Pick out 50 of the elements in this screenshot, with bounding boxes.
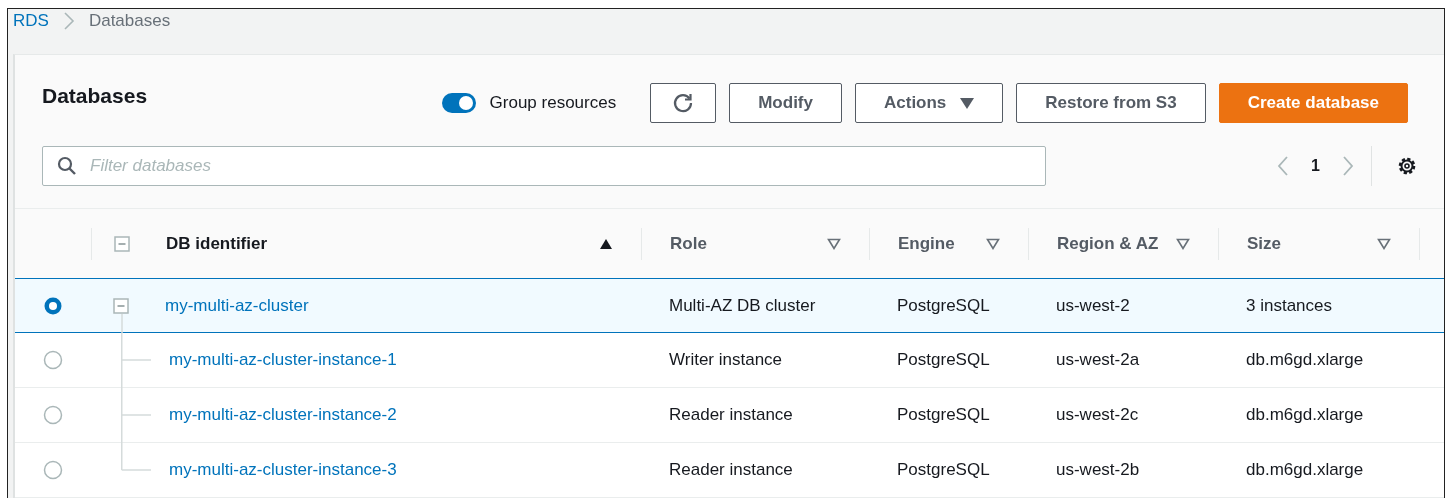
breadcrumb-link[interactable]: RDS bbox=[13, 10, 49, 31]
page-number[interactable]: 1 bbox=[1311, 157, 1320, 175]
settings-icon[interactable] bbox=[1396, 155, 1418, 177]
actions-dropdown[interactable]: Actions bbox=[855, 83, 1004, 123]
group-resources-toggle[interactable] bbox=[441, 93, 476, 113]
sort-icon[interactable] bbox=[827, 237, 841, 250]
size-text: db.m6gd.xlarge bbox=[1246, 405, 1364, 425]
region-text: us-west-2b bbox=[1056, 460, 1140, 480]
db-identifier-link[interactable]: my-multi-az-cluster-instance-2 bbox=[169, 405, 397, 425]
engine-text: PostgreSQL bbox=[897, 405, 990, 425]
page-title: Databases bbox=[42, 84, 148, 108]
size-text: db.m6gd.xlarge bbox=[1246, 350, 1364, 370]
region-text: us-west-2c bbox=[1056, 405, 1139, 425]
toggle-label: Group resources bbox=[489, 93, 617, 113]
column-header[interactable]: Role bbox=[670, 233, 707, 254]
role-text: Writer instance bbox=[669, 350, 783, 370]
action-button[interactable]: Restore from S3 bbox=[1016, 83, 1206, 123]
radio-button[interactable] bbox=[43, 295, 63, 316]
engine-text: PostgreSQL bbox=[897, 460, 990, 480]
db-identifier-link[interactable]: my-multi-az-cluster-instance-1 bbox=[169, 350, 397, 370]
column-header[interactable]: DB identifier bbox=[166, 233, 599, 254]
db-identifier-link[interactable]: my-multi-az-cluster-instance-3 bbox=[169, 460, 397, 480]
breadcrumb-current: Databases bbox=[88, 10, 171, 31]
role-text: Reader instance bbox=[669, 405, 793, 425]
engine-text: PostgreSQL bbox=[897, 295, 990, 316]
engine-text: PostgreSQL bbox=[897, 350, 990, 370]
refresh-button[interactable] bbox=[650, 83, 717, 123]
role-text: Reader instance bbox=[669, 460, 793, 480]
radio-button[interactable] bbox=[43, 405, 63, 425]
sort-icon[interactable] bbox=[1176, 237, 1190, 250]
sort-icon[interactable] bbox=[986, 237, 1000, 250]
size-text: db.m6gd.xlarge bbox=[1246, 460, 1364, 480]
refresh-icon bbox=[672, 92, 695, 114]
region-text: us-west-2 bbox=[1056, 295, 1130, 316]
column-header[interactable]: Engine bbox=[898, 233, 955, 254]
radio-button[interactable] bbox=[43, 460, 63, 480]
search-icon bbox=[57, 156, 77, 176]
role-text: Multi-AZ DB cluster bbox=[669, 295, 816, 316]
sort-ascending-icon[interactable] bbox=[599, 237, 613, 250]
region-text: us-west-2a bbox=[1056, 350, 1140, 370]
radio-button[interactable] bbox=[43, 350, 63, 370]
action-button[interactable]: Modify bbox=[729, 83, 842, 123]
chevron-right-icon bbox=[62, 11, 75, 30]
filter-field[interactable]: Filter databases bbox=[42, 146, 1046, 186]
caret-icon bbox=[960, 97, 975, 109]
column-header[interactable]: Size bbox=[1247, 233, 1282, 254]
column-header[interactable]: Region & AZ bbox=[1057, 233, 1159, 254]
sort-icon[interactable] bbox=[1377, 237, 1391, 250]
size-text: 3 instances bbox=[1246, 295, 1332, 316]
db-identifier-link[interactable]: my-multi-az-cluster bbox=[165, 295, 309, 316]
